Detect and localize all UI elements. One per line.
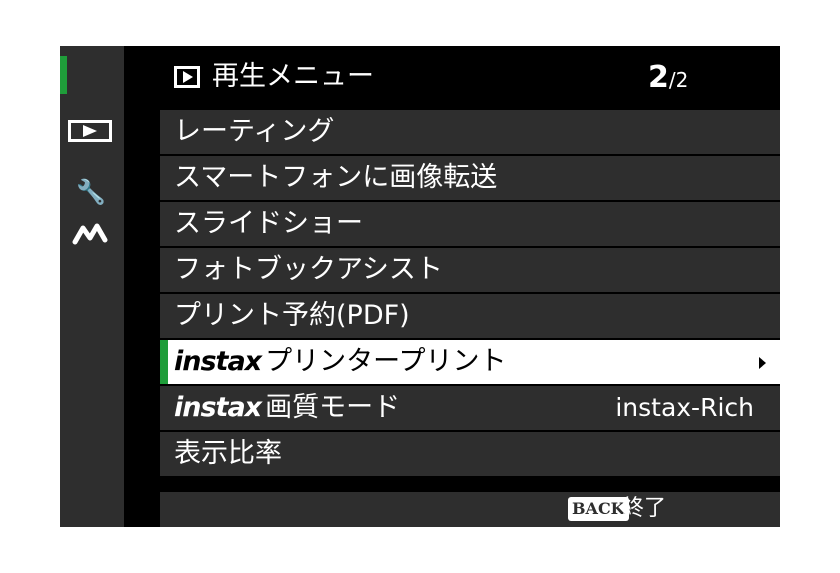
menu-item-label: フォトブックアシスト — [174, 254, 443, 285]
menu-item-label: レーティング — [174, 116, 335, 147]
instax-logo: instax — [174, 392, 262, 423]
menu-item-smartphone-transfer[interactable]: スマートフォンに画像転送 — [160, 154, 780, 200]
menu-item-label: 表示比率 — [174, 438, 282, 469]
menu-header: 再生メニュー 2/2 — [160, 46, 780, 108]
menu-item-instax-quality-mode[interactable]: instax 画質モード instax-Rich — [160, 384, 780, 430]
sidebar-divider — [124, 46, 160, 527]
back-button-badge[interactable]: BACK — [568, 497, 629, 521]
menu-item-instax-printer-print[interactable]: instax プリンタープリント — [160, 338, 780, 384]
menu-item-slideshow[interactable]: スライドショー — [160, 200, 780, 246]
playback-icon[interactable] — [68, 120, 112, 142]
menu-item-value: instax-Rich — [615, 393, 754, 422]
connection-icon[interactable] — [72, 220, 108, 248]
menu-item-photobook-assist[interactable]: フォトブックアシスト — [160, 246, 780, 292]
menu-item-label: スマートフォンに画像転送 — [174, 162, 498, 193]
page-title: 再生メニュー — [212, 61, 374, 92]
back-label: 終了 — [622, 496, 667, 521]
page-current: 2 — [648, 60, 669, 95]
selection-bar — [160, 340, 168, 384]
menu-item-label: プリント予約(PDF) — [174, 300, 410, 331]
menu-item-rating[interactable]: レーティング — [160, 108, 780, 154]
camera-menu-screen: 🔧 再生メニュー 2/2 レーティング スマートフォンに画像転送 スライドショー… — [60, 46, 780, 527]
menu-item-label: スライドショー — [174, 208, 363, 239]
menu-footer: BACK 終了 — [160, 490, 780, 527]
instax-logo: instax — [174, 346, 262, 377]
wrench-icon[interactable]: 🔧 — [76, 178, 106, 206]
sidebar-highlight-mark — [60, 56, 67, 94]
menu-item-label: instax プリンタープリント — [174, 346, 507, 377]
menu-panel: 再生メニュー 2/2 レーティング スマートフォンに画像転送 スライドショー フ… — [160, 46, 780, 527]
page-counter: 2/2 — [648, 60, 688, 98]
menu-item-label: instax 画質モード — [174, 392, 401, 423]
menu-item-print-order[interactable]: プリント予約(PDF) — [160, 292, 780, 338]
menu-item-display-aspect[interactable]: 表示比率 — [160, 430, 780, 476]
submenu-arrow-icon — [759, 357, 766, 369]
page-total: /2 — [668, 68, 689, 92]
menu-sidebar: 🔧 — [60, 46, 160, 527]
playback-icon — [174, 66, 200, 88]
